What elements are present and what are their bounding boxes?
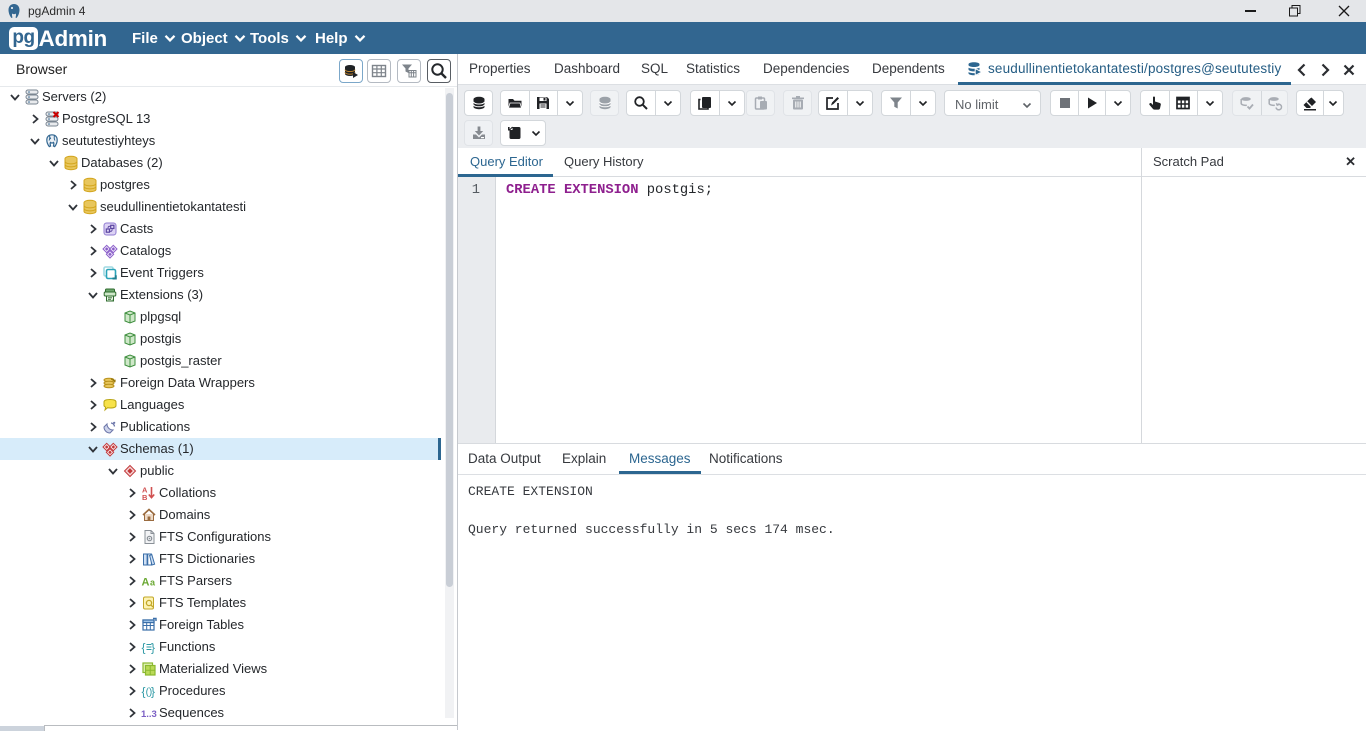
svg-text:A: A [142, 577, 150, 589]
svg-text:{: { [142, 641, 146, 655]
svg-text:a: a [150, 578, 156, 588]
svg-text:(): () [146, 687, 153, 698]
svg-text:}: } [151, 641, 155, 655]
svg-text:1..3: 1..3 [141, 709, 157, 720]
svg-text:B: B [142, 493, 148, 501]
